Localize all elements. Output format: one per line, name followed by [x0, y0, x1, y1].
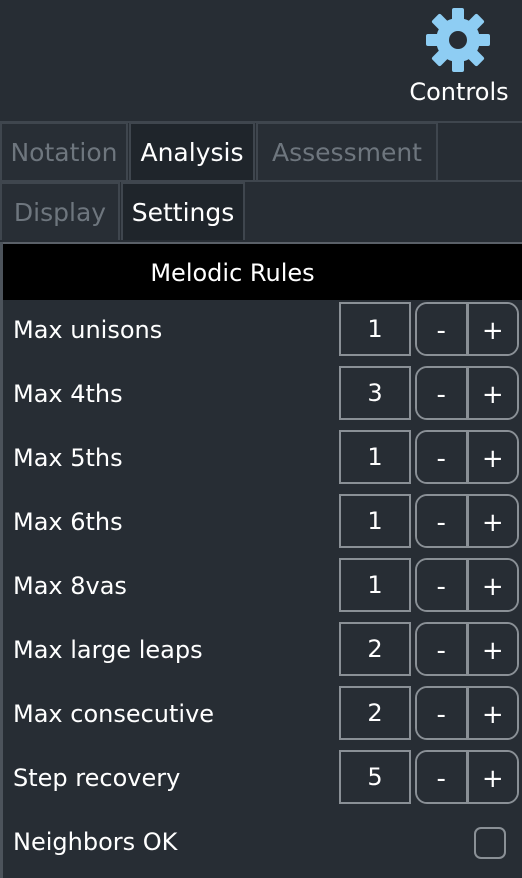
decrement-button[interactable]: -	[417, 432, 469, 482]
controls-label[interactable]: Controls	[396, 77, 522, 107]
tab-settings[interactable]: Settings	[121, 182, 245, 240]
rule-stepper: - +	[415, 494, 519, 548]
primary-tab-bar: Notation Analysis Assessment	[0, 122, 522, 182]
tab-assessment[interactable]: Assessment	[256, 122, 438, 180]
melodic-rules-panel: Melodic Rules Max unisons 1 - + Max 4ths…	[0, 242, 522, 878]
decrement-button[interactable]: -	[417, 688, 469, 738]
decrement-button[interactable]: -	[417, 368, 469, 418]
secondary-tab-bar: Display Settings	[0, 182, 522, 242]
rule-row-max-large-leaps: Max large leaps 2 - +	[3, 622, 522, 686]
rule-label: Max unisons	[13, 316, 163, 344]
rule-row-max-6ths: Max 6ths 1 - +	[3, 494, 522, 558]
rule-row-max-5ths: Max 5ths 1 - +	[3, 430, 522, 494]
decrement-button[interactable]: -	[417, 560, 469, 610]
rule-row-max-8vas: Max 8vas 1 - +	[3, 558, 522, 622]
controls-window: Controls Notation Analysis Assessment Di…	[0, 0, 522, 878]
controls-header: Controls	[0, 0, 522, 123]
gear-icon[interactable]	[424, 6, 492, 74]
tab-analysis[interactable]: Analysis	[129, 122, 255, 180]
rule-value-field[interactable]: 1	[339, 494, 411, 548]
rule-value-field[interactable]: 3	[339, 366, 411, 420]
rule-row-max-consecutive: Max consecutive 2 - +	[3, 686, 522, 750]
increment-button[interactable]: +	[468, 304, 517, 354]
rule-label: Max 4ths	[13, 380, 123, 408]
rule-label: Max 8vas	[13, 572, 127, 600]
rule-stepper: - +	[415, 686, 519, 740]
increment-button[interactable]: +	[468, 688, 517, 738]
decrement-button[interactable]: -	[417, 624, 469, 674]
increment-button[interactable]: +	[468, 496, 517, 546]
neighbors-ok-checkbox[interactable]	[474, 827, 506, 859]
rule-stepper: - +	[415, 558, 519, 612]
rule-stepper: - +	[415, 750, 519, 804]
rule-stepper: - +	[415, 622, 519, 676]
rule-value-field[interactable]: 1	[339, 430, 411, 484]
rule-value-field[interactable]: 2	[339, 622, 411, 676]
increment-button[interactable]: +	[468, 368, 517, 418]
tab-notation[interactable]: Notation	[0, 122, 128, 180]
rule-label: Max large leaps	[13, 636, 203, 664]
rule-label: Max consecutive	[13, 700, 215, 728]
decrement-button[interactable]: -	[417, 496, 469, 546]
decrement-button[interactable]: -	[417, 304, 469, 354]
rule-label: Max 5ths	[13, 444, 123, 472]
rule-label: Step recovery	[13, 764, 181, 792]
tab-display[interactable]: Display	[0, 182, 120, 240]
rule-label: Max 6ths	[13, 508, 123, 536]
rule-value-field[interactable]: 1	[339, 558, 411, 612]
increment-button[interactable]: +	[468, 432, 517, 482]
rule-value-field[interactable]: 2	[339, 686, 411, 740]
decrement-button[interactable]: -	[417, 752, 469, 802]
rule-value-field[interactable]: 1	[339, 302, 411, 356]
rule-row-neighbors-ok: Neighbors OK	[3, 814, 522, 878]
increment-button[interactable]: +	[468, 560, 517, 610]
rule-row-step-recovery: Step recovery 5 - +	[3, 750, 522, 814]
rule-value-field[interactable]: 5	[339, 750, 411, 804]
rule-label: Neighbors OK	[13, 828, 178, 856]
increment-button[interactable]: +	[468, 624, 517, 674]
rule-stepper: - +	[415, 366, 519, 420]
increment-button[interactable]: +	[468, 752, 517, 802]
rule-stepper: - +	[415, 430, 519, 484]
rule-row-max-4ths: Max 4ths 3 - +	[3, 366, 522, 430]
section-title: Melodic Rules	[3, 242, 522, 300]
rule-stepper: - +	[415, 302, 519, 356]
rule-row-max-unisons: Max unisons 1 - +	[3, 302, 522, 366]
